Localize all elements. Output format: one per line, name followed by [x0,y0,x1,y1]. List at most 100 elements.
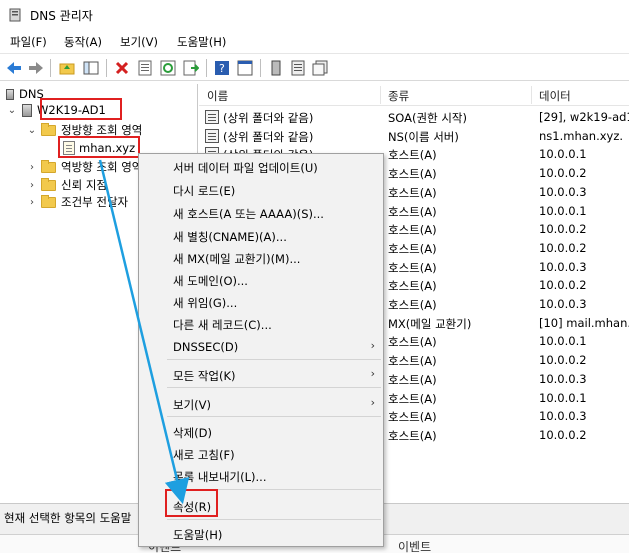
menu-new-delegation[interactable]: 새 위임(G)... [173,295,237,311]
menu-separator [167,519,381,520]
cell-type: 호스트(A) [388,241,437,256]
menu-update-server-data-file[interactable]: 서버 데이터 파일 업데이트(U) [173,160,318,176]
show-hide-tree-icon[interactable] [82,59,100,77]
cell-name: (상위 폴더와 같음) [223,111,314,125]
cell-type: 호스트(A) [388,391,437,406]
forward-icon[interactable] [27,59,45,77]
cell-type: 호스트(A) [388,354,437,369]
menu-file[interactable]: 파일(F) [10,34,47,50]
help-icon[interactable]: ? [213,59,231,77]
cell-data: 10.0.0.2 [539,427,587,442]
cell-data: 10.0.0.1 [539,390,587,405]
cell-data: 10.0.0.3 [539,259,587,274]
records-icon[interactable] [311,59,329,77]
cell-data: ns1.mhan.xyz. [539,128,624,143]
cell-type: 호스트(A) [388,428,437,443]
folder-icon [41,194,56,208]
cell-type: NS(이름 서버) [388,129,459,144]
folder-icon [41,122,56,136]
menu-bar: 파일(F) 동작(A) 보기(V) 도움말(H) [0,30,629,52]
mmc-view-icon[interactable] [236,59,254,77]
menu-help[interactable]: 도움말(H) [177,34,226,50]
cell-data: 10.0.0.3 [539,184,587,199]
window-title: DNS 관리자 [30,9,93,23]
menu-dnssec[interactable]: DNSSEC(D) [173,340,238,354]
tree-item-conditional-forwarders[interactable]: › 조건부 전달자 [26,193,128,211]
events-label-right: 이벤트 [398,540,432,553]
menu-new-domain[interactable]: 새 도메인(O)... [173,273,248,289]
table-row[interactable]: (상위 폴더와 같음) SOA(권한 시작) [29], w2k19-ad1 [199,108,629,127]
tree-label: 조건부 전달자 [61,195,129,209]
cell-type: SOA(권한 시작) [388,111,467,125]
menu-other-new-records[interactable]: 다른 새 레코드(C)... [173,317,272,333]
menu-new-host[interactable]: 새 호스트(A 또는 AAAA)(S)... [173,206,324,222]
dns-app-icon [9,8,21,22]
list-header: 이름 종류 데이터 [199,84,629,106]
cell-type: 호스트(A) [388,260,437,275]
cell-data: 10.0.0.2 [539,278,587,293]
cell-type: 호스트(A) [388,279,437,294]
menu-reload[interactable]: 다시 로드(E) [173,183,235,199]
cell-data: [10] mail.mhan. [539,315,629,330]
menu-delete[interactable]: 삭제(D) [173,425,212,441]
collapse-chevron-icon[interactable]: ⌄ [6,105,18,116]
cell-data: 10.0.0.1 [539,203,587,218]
cell-data: 10.0.0.2 [539,240,587,255]
cell-data: 10.0.0.2 [539,166,587,181]
server-icon[interactable] [267,59,285,77]
menu-view[interactable]: 보기(V) [173,397,211,413]
back-icon[interactable] [5,59,23,77]
dns-root-icon [6,88,14,100]
properties-highlight-box [165,489,218,517]
cell-type: 호스트(A) [388,410,437,425]
cell-type: 호스트(A) [388,167,437,182]
cell-data: 10.0.0.3 [539,297,587,311]
tree-item-trust-points[interactable]: › 신뢰 지점 [26,176,107,194]
column-name[interactable]: 이름 [207,88,228,104]
menu-new-mx[interactable]: 새 MX(메일 교환기)(M)... [173,251,300,267]
expand-chevron-icon[interactable]: › [26,162,38,173]
cell-name: (상위 폴더와 같음) [223,129,314,144]
folder-icon [41,177,56,191]
menu-export-list[interactable]: 목록 내보내기(L)... [173,469,266,485]
menu-action[interactable]: 동작(A) [64,34,102,50]
list-icon[interactable] [289,59,307,77]
table-row[interactable]: (상위 폴더와 같음) NS(이름 서버) ns1.mhan.xyz. [199,127,629,146]
cell-data: 10.0.0.3 [539,409,587,424]
cell-data: 10.0.0.2 [539,222,587,237]
svg-text:?: ? [219,62,225,75]
submenu-arrow-icon: › [370,396,375,409]
title-bar: DNS 관리자 [0,0,629,30]
submenu-arrow-icon: › [370,339,375,352]
refresh-icon[interactable] [159,59,177,77]
cell-data: 10.0.0.1 [539,147,587,162]
menu-separator [167,416,381,417]
menu-new-alias[interactable]: 새 별칭(CNAME)(A)... [173,229,287,245]
column-type[interactable]: 종류 [388,88,409,104]
tree-label: 신뢰 지점 [61,178,107,192]
collapse-chevron-icon[interactable]: ⌄ [26,125,38,136]
menu-view[interactable]: 보기(V) [120,34,158,50]
export-list-icon[interactable] [182,59,200,77]
cell-data: 10.0.0.3 [539,371,587,386]
menu-separator [167,359,381,360]
menu-all-tasks[interactable]: 모든 작업(K) [173,368,236,384]
properties-icon[interactable] [136,59,154,77]
expand-chevron-icon[interactable]: › [26,197,38,208]
cell-type: MX(메일 교환기) [388,316,472,331]
tree-item-reverse-zones[interactable]: › 역방향 조회 영역 [26,158,142,176]
cell-type: 호스트(A) [388,185,437,200]
cell-type: 호스트(A) [388,148,437,163]
menu-help[interactable]: 도움말(H) [173,527,222,543]
folder-icon [41,159,56,173]
cell-data: 10.0.0.2 [539,353,587,368]
menu-refresh[interactable]: 새로 고침(F) [173,447,235,463]
up-folder-icon[interactable] [58,59,76,77]
delete-icon[interactable] [113,59,131,77]
status-text: 현재 선택한 항목의 도움말 [4,511,132,525]
cell-type: 호스트(A) [388,298,437,312]
column-data[interactable]: 데이터 [539,88,571,104]
expand-chevron-icon[interactable]: › [26,180,38,191]
menu-separator [167,387,381,388]
cell-type: 호스트(A) [388,335,437,350]
